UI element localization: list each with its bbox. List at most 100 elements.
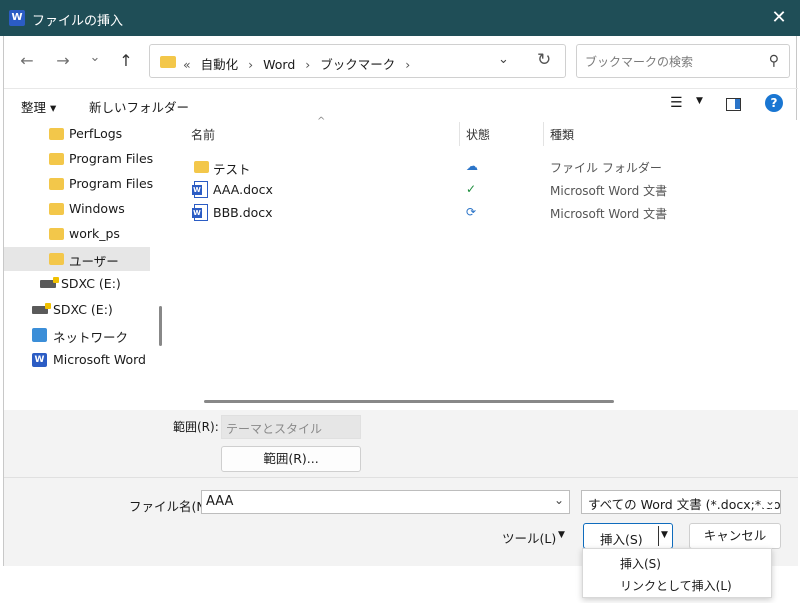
file-type-filter[interactable]: すべての Word 文書 (*.docx;*.doc ⌄ <box>581 490 781 514</box>
navigation-pane: PerfLogs Program Files Program Files ( W… <box>4 120 154 410</box>
breadcrumb: « 自動化 › Word › ブックマーク › <box>183 54 416 73</box>
cancel-button[interactable]: キャンセル <box>689 523 781 549</box>
help-icon[interactable]: ? <box>765 94 783 112</box>
filter-value: すべての Word 文書 (*.docx;*.doc <box>588 497 781 512</box>
chevron-down-icon[interactable]: ⌄ <box>554 493 564 507</box>
folder-icon <box>160 56 176 68</box>
synced-check-icon: ✓ <box>466 182 477 196</box>
folder-icon <box>49 178 64 190</box>
folder-icon <box>49 228 64 240</box>
view-dropdown-icon[interactable]: ▼ <box>696 96 703 106</box>
file-row-test-folder[interactable]: テスト ☁ ファイル フォルダー <box>169 156 789 178</box>
sidebar-item-perflogs[interactable]: PerfLogs <box>4 122 150 146</box>
tools-dropdown-icon[interactable]: ▼ <box>558 530 565 540</box>
file-name: テスト <box>213 162 251 177</box>
sidebar-item-label: Program Files <box>69 151 154 166</box>
file-name: BBB.docx <box>213 205 273 220</box>
back-button[interactable]: ← <box>16 50 38 72</box>
sidebar-item-label: SDXC (E:) <box>61 276 121 291</box>
column-header-status[interactable]: 状態 <box>466 126 490 143</box>
column-header-type[interactable]: 種類 <box>550 126 574 143</box>
split-divider <box>658 526 659 546</box>
sidebar-item-sdxc-sub[interactable]: SDXC (E:) <box>4 272 150 296</box>
insert-split-button[interactable]: 挿入(S) ▼ <box>583 523 673 549</box>
new-folder-button[interactable]: 新しいフォルダー <box>89 97 189 116</box>
recent-locations-button[interactable]: ⌄ <box>84 47 106 69</box>
column-header-name[interactable]: 名前 <box>191 126 215 143</box>
word-icon: W <box>9 10 25 26</box>
menu-item-insert[interactable]: 挿入(S) <box>620 555 661 572</box>
close-button[interactable]: ✕ <box>768 7 790 29</box>
toolbar: 整理 ▾ 新しいフォルダー ☰ ▼ ? <box>4 88 798 118</box>
sidebar-item-sdxc[interactable]: SDXC (E:) <box>4 298 150 322</box>
forward-button[interactable]: → <box>52 50 74 72</box>
sort-caret-icon: ^ <box>317 116 326 127</box>
folder-icon <box>49 153 64 165</box>
column-divider[interactable] <box>543 122 544 146</box>
filename-value[interactable]: AAA <box>206 494 233 509</box>
search-icon[interactable]: ⚲ <box>769 53 779 69</box>
drive-icon <box>32 303 51 314</box>
sidebar-item-windows[interactable]: Windows <box>4 197 150 221</box>
column-divider[interactable] <box>459 122 460 146</box>
chevron-down-icon[interactable]: ⌄ <box>762 494 775 508</box>
folder-icon <box>49 128 64 140</box>
drive-icon <box>40 277 59 288</box>
breadcrumb-item[interactable]: 自動化 <box>201 57 239 72</box>
breadcrumb-overflow[interactable]: « <box>183 57 191 72</box>
word-doc-icon <box>192 204 208 221</box>
window-title: ファイルの挿入 <box>32 14 124 29</box>
sidebar-item-label: work_ps <box>69 226 120 241</box>
file-type: Microsoft Word 文書 <box>550 207 668 221</box>
tools-button[interactable]: ツール(L) <box>502 528 556 547</box>
range-button[interactable]: 範囲(R)... <box>221 446 361 472</box>
range-section: 範囲(R): テーマとスタイル 範囲(R)... <box>4 410 798 477</box>
network-icon <box>32 328 47 342</box>
sidebar-item-program-files-x86[interactable]: Program Files ( <box>4 172 154 196</box>
breadcrumb-separator[interactable]: › <box>305 57 310 72</box>
sidebar-item-label: SDXC (E:) <box>53 302 113 317</box>
dialog-body: ← → ⌄ ↑ « 自動化 › Word › ブックマーク › ⌄ ↻ ⚲ 整理… <box>3 36 798 566</box>
sidebar-item-microsoft-word[interactable]: W Microsoft Word <box>4 348 150 372</box>
breadcrumb-item[interactable]: Word <box>263 57 295 72</box>
insert-dropdown-icon[interactable]: ▼ <box>661 530 668 540</box>
file-list: ^ 名前 状態 種類 テスト ☁ ファイル フォルダー AAA.docx ✓ M… <box>169 116 798 410</box>
sidebar-item-label: ネットワーク <box>53 330 129 345</box>
sidebar-scrollbar[interactable] <box>159 306 162 346</box>
sync-icon: ⟳ <box>466 205 477 219</box>
search-input[interactable] <box>585 52 755 72</box>
search-box[interactable]: ⚲ <box>576 44 790 78</box>
breadcrumb-item[interactable]: ブックマーク <box>320 57 395 72</box>
file-row-bbb[interactable]: BBB.docx ⟳ Microsoft Word 文書 <box>169 202 789 224</box>
file-type: Microsoft Word 文書 <box>550 184 668 198</box>
word-doc-icon <box>192 181 208 198</box>
insert-button-label[interactable]: 挿入(S) <box>600 529 643 548</box>
sidebar-item-label: ユーザー <box>69 254 119 269</box>
preview-pane-icon[interactable] <box>726 98 741 111</box>
view-list-icon[interactable]: ☰ <box>670 95 683 111</box>
menu-item-insert-as-link[interactable]: リンクとして挿入(L) <box>620 577 732 594</box>
up-button[interactable]: ↑ <box>115 50 137 72</box>
chevron-down-icon[interactable]: ⌄ <box>498 52 509 67</box>
navigation-bar: ← → ⌄ ↑ « 自動化 › Word › ブックマーク › ⌄ ↻ ⚲ <box>4 36 798 86</box>
sidebar-item-program-files[interactable]: Program Files <box>4 147 154 171</box>
address-bar[interactable]: « 自動化 › Word › ブックマーク › ⌄ ↻ <box>149 44 566 78</box>
sidebar-item-work-ps[interactable]: work_ps <box>4 222 150 246</box>
cloud-icon: ☁ <box>466 159 478 173</box>
sidebar-item-network[interactable]: ネットワーク <box>4 323 150 347</box>
sidebar-item-users[interactable]: ユーザー <box>4 247 150 271</box>
insert-dropdown-menu: 挿入(S) リンクとして挿入(L) <box>582 548 772 598</box>
breadcrumb-separator[interactable]: › <box>405 57 410 72</box>
file-row-aaa[interactable]: AAA.docx ✓ Microsoft Word 文書 <box>169 179 789 201</box>
range-label: 範囲(R): <box>173 420 219 434</box>
breadcrumb-separator[interactable]: › <box>248 57 253 72</box>
sidebar-item-label: Microsoft Word <box>53 352 146 367</box>
word-icon: W <box>32 353 47 367</box>
organize-button[interactable]: 整理 ▾ <box>21 97 56 116</box>
refresh-icon[interactable]: ↻ <box>537 50 551 70</box>
horizontal-scrollbar[interactable] <box>204 400 614 403</box>
filename-field[interactable]: AAA ⌄ <box>201 490 570 514</box>
range-input: テーマとスタイル <box>221 415 361 439</box>
folder-icon <box>49 203 64 215</box>
sidebar-item-label: Windows <box>69 201 125 216</box>
